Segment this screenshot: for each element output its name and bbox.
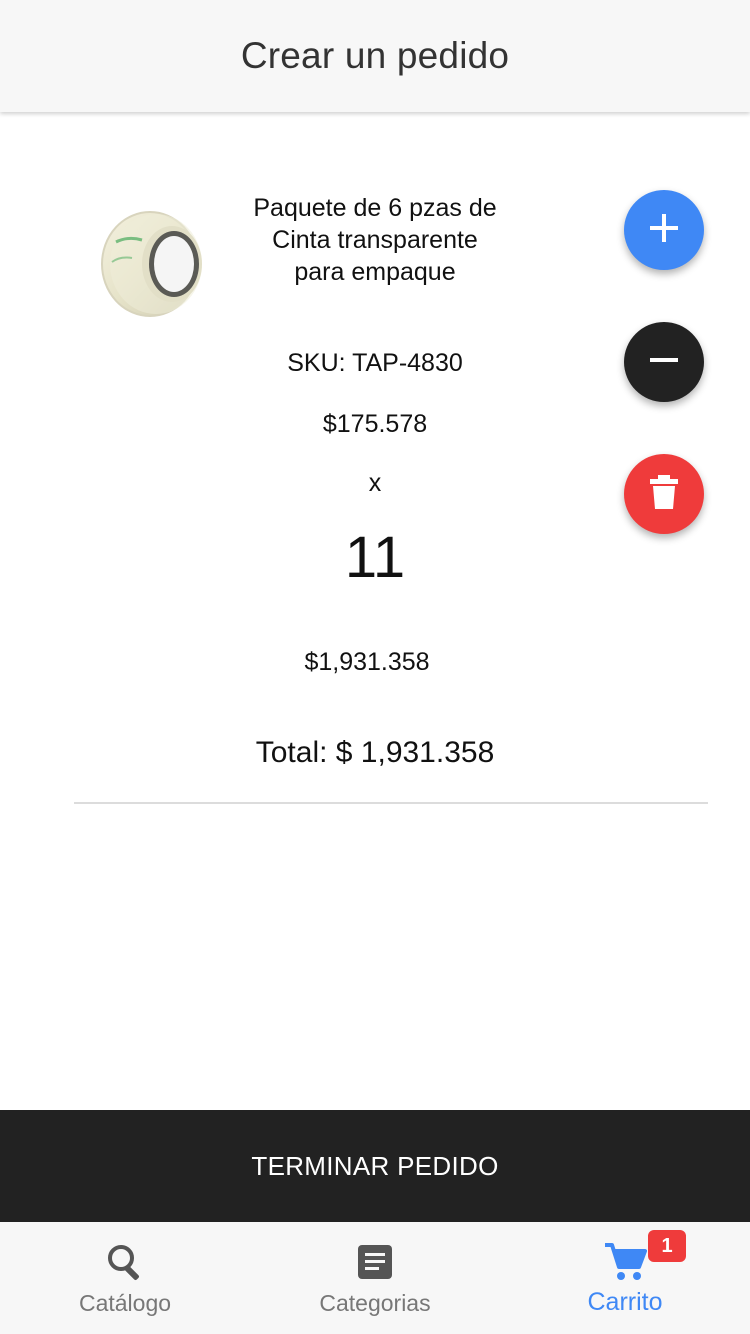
document-icon: [353, 1240, 397, 1284]
minus-icon: [646, 342, 682, 383]
unit-price: $175.578: [322, 410, 428, 438]
product-image: [98, 206, 208, 318]
delete-item-button[interactable]: [624, 454, 704, 534]
page-title: Crear un pedido: [240, 35, 510, 76]
quantity-value: 11: [344, 525, 406, 590]
divider: [74, 802, 708, 804]
tab-label: Catálogo: [78, 1290, 172, 1316]
tab-categorias[interactable]: Categorias: [250, 1222, 500, 1334]
plus-icon: [646, 210, 682, 251]
order-total: Total: $ 1,931.358: [255, 736, 495, 769]
tab-catalogo[interactable]: Catálogo: [0, 1222, 250, 1334]
line-subtotal: $1,931.358: [304, 648, 430, 676]
finish-order-button[interactable]: TERMINAR PEDIDO: [0, 1110, 750, 1222]
product-name: Paquete de 6 pzas de Cinta transparente …: [253, 194, 497, 286]
add-quantity-button[interactable]: [624, 190, 704, 270]
search-icon: [103, 1240, 147, 1284]
product-sku: SKU: TAP-4830: [287, 349, 463, 377]
bottom-tab-bar: Catálogo Categorias Carrito 1: [0, 1222, 750, 1334]
tab-label: Carrito: [587, 1288, 663, 1316]
cart-icon: [603, 1240, 647, 1284]
app-header: Crear un pedido: [0, 0, 750, 112]
cart-count-badge: 1: [648, 1230, 686, 1262]
trash-icon: [647, 473, 681, 516]
remove-quantity-button[interactable]: [624, 322, 704, 402]
multiply-sign: x: [368, 469, 382, 497]
tab-label: Categorias: [319, 1290, 431, 1316]
tab-carrito[interactable]: Carrito 1: [500, 1222, 750, 1334]
